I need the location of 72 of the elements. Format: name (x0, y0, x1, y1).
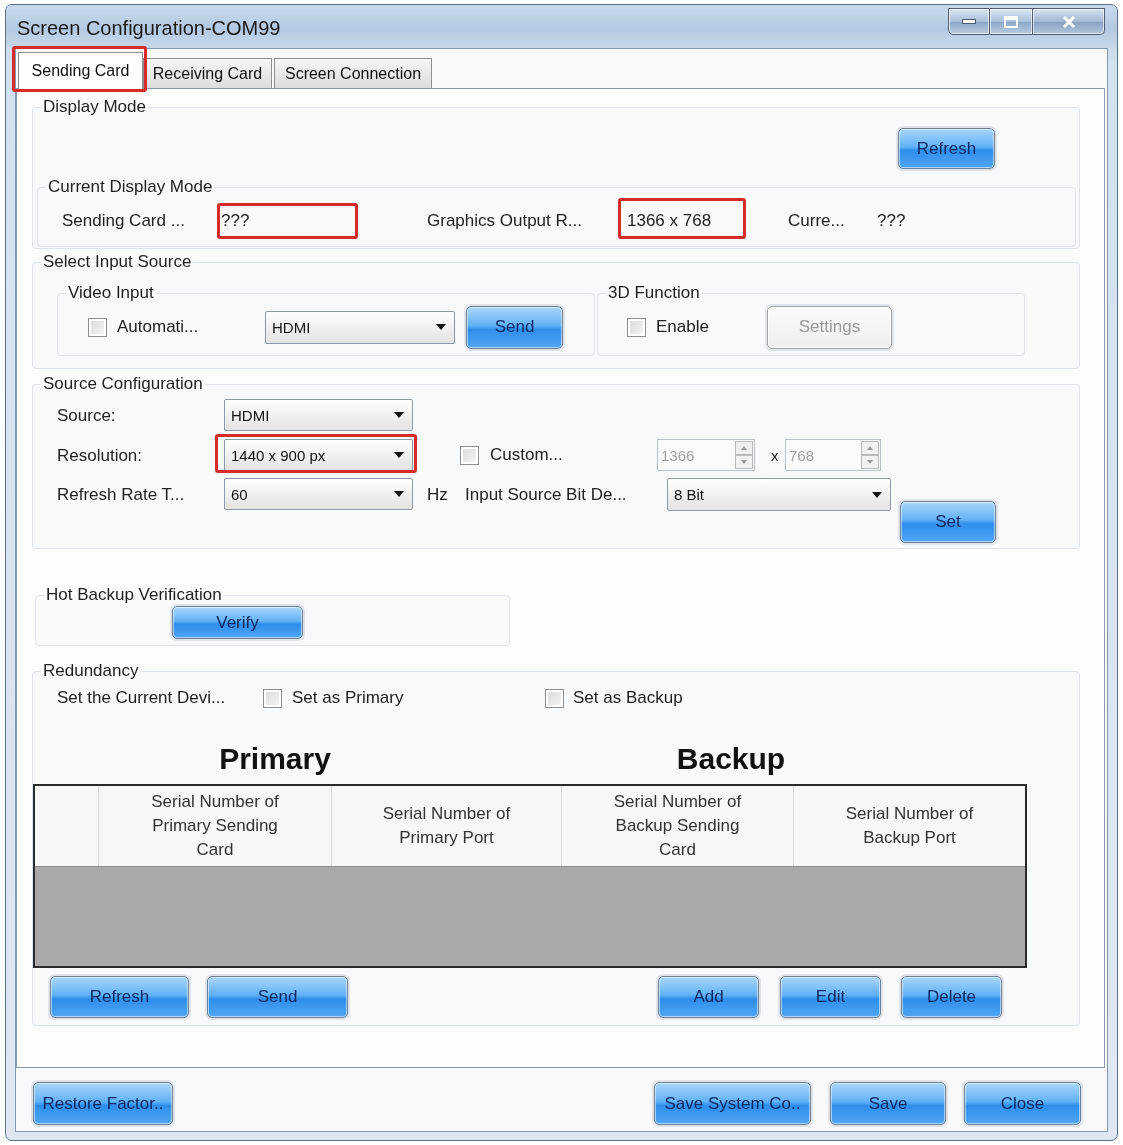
group-title: Display Mode (42, 97, 147, 117)
maximize-button[interactable] (990, 8, 1033, 35)
dropdown[interactable]: 8 Bit (667, 478, 891, 511)
caret-icon (394, 452, 404, 458)
field-value: ??? (877, 211, 906, 231)
group-title: Current Display Mode (47, 177, 214, 197)
section-heading: Primary (218, 741, 332, 776)
caret-icon (872, 491, 882, 498)
field-label: Resolution: (57, 444, 144, 467)
dropdown[interactable]: HDMI (224, 399, 413, 431)
checkbox[interactable] (627, 317, 646, 337)
action-button[interactable]: Edit (780, 976, 881, 1018)
group-title: Select Input Source (42, 252, 193, 272)
window-title: Screen Configuration-COM99 (17, 17, 281, 40)
field-label: Source: (57, 404, 117, 427)
close-button[interactable] (1033, 8, 1105, 35)
minimize-button[interactable] (948, 8, 990, 35)
set-button[interactable]: Set (900, 501, 996, 543)
spin-arrows-icon (735, 441, 753, 469)
minimize-icon (962, 19, 976, 24)
action-button[interactable]: Send (207, 976, 348, 1018)
spin-arrows-icon (861, 441, 879, 469)
unit-label: Hz (427, 484, 449, 506)
verify-button[interactable]: Verify (172, 606, 303, 639)
column-header: Serial Number of Primary Port (381, 803, 512, 849)
checkbox[interactable] (263, 688, 282, 708)
footer-button[interactable]: Restore Factor.. (33, 1082, 173, 1125)
dropdown[interactable]: 60 (224, 478, 413, 510)
group-title: Hot Backup Verification (45, 585, 223, 605)
tab[interactable]: Sending Card (18, 52, 143, 89)
checkbox-label: Set as Backup (573, 688, 683, 708)
checkbox-label: Custom... (490, 445, 564, 465)
times-sign: x (771, 446, 780, 464)
tab[interactable]: Receiving Card (143, 58, 272, 88)
footer-button[interactable]: Save (830, 1082, 946, 1125)
caret-icon (436, 324, 446, 330)
action-button[interactable]: Delete (901, 976, 1002, 1018)
field-label: Refresh Rate T... (57, 484, 186, 506)
action-button[interactable]: Add (658, 976, 759, 1018)
checkbox-label: Set as Primary (292, 688, 405, 708)
field-label: Set the Current Devi... (57, 688, 227, 708)
footer-button[interactable]: Close (964, 1082, 1081, 1125)
group-title: Video Input (67, 283, 155, 303)
caret-icon (394, 412, 404, 418)
column-header: Serial Number of Primary Sending Card (150, 791, 280, 861)
footer-button[interactable]: Save System Co.. (654, 1082, 811, 1125)
close-icon (1061, 15, 1076, 28)
checkbox-label: Automati... (117, 317, 200, 337)
dropdown[interactable]: 1440 x 900 px (224, 439, 413, 471)
maximize-icon (1004, 15, 1018, 28)
send-button[interactable]: Send (466, 305, 563, 349)
refresh-button[interactable]: Refresh (898, 128, 995, 169)
group-title: 3D Function (607, 283, 701, 303)
section-heading: Backup (675, 741, 787, 776)
checkbox-label: Enable (656, 317, 710, 337)
column-header: Serial Number of Backup Sending Card (612, 791, 743, 861)
field-label: Curre... (788, 211, 846, 231)
caret-icon (394, 491, 404, 497)
tab[interactable]: Screen Connection (274, 58, 432, 88)
column-header: Serial Number of Backup Port (844, 803, 975, 849)
action-button[interactable]: Refresh (50, 976, 189, 1018)
checkbox[interactable] (88, 317, 107, 337)
dropdown[interactable]: HDMI (265, 310, 455, 344)
field-value: 1366 x 768 (626, 211, 712, 231)
checkbox[interactable] (460, 445, 479, 465)
field-value: ??? (220, 211, 250, 231)
group-title: Redundancy (42, 661, 140, 681)
checkbox[interactable] (545, 688, 564, 708)
group-title: Source Configuration (42, 374, 204, 394)
field-label: Input Source Bit De... (465, 484, 628, 506)
field-label: Graphics Output R... (427, 211, 583, 231)
field-label: Sending Card ... (62, 211, 186, 231)
